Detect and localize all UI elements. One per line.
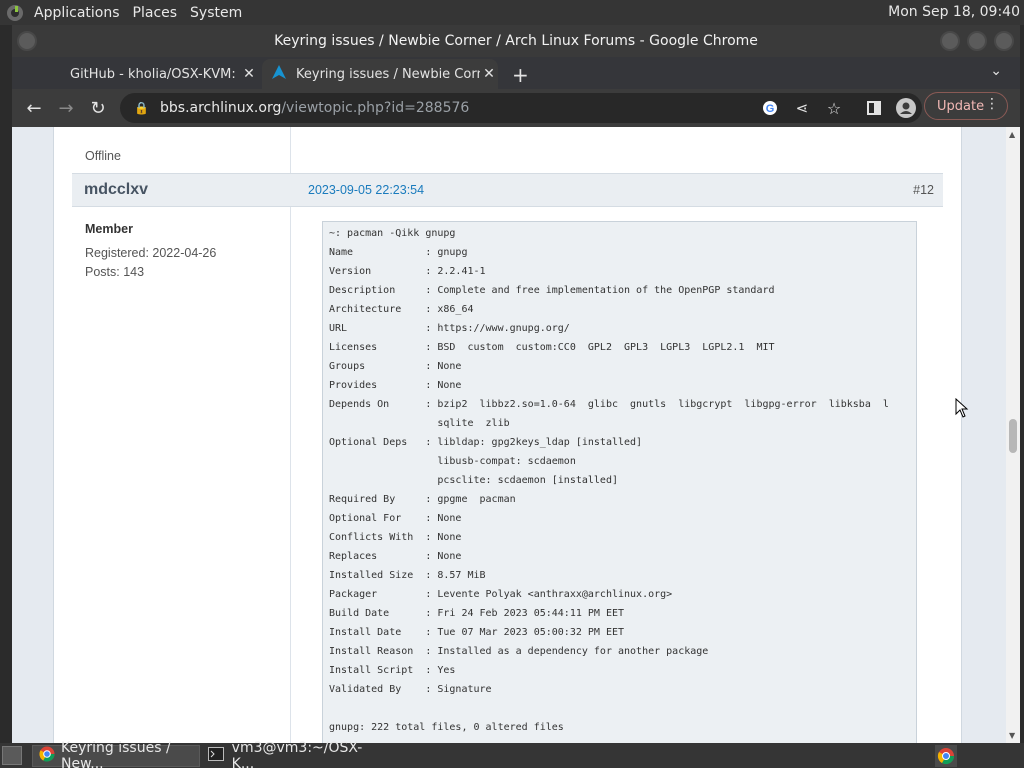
scroll-up-icon[interactable]: ▲ <box>1009 130 1015 139</box>
taskbar-item-chrome[interactable]: Keyring issues / New... <box>32 740 200 768</box>
window-menu-button[interactable] <box>17 31 37 51</box>
bottom-taskbar: Keyring issues / New... vm3@vm3:~/OSX-K.… <box>0 740 1024 768</box>
code-line: pcsclite: scdaemon [installed] <box>329 475 618 486</box>
code-line: Architecture : x86_64 <box>329 304 474 315</box>
post-author[interactable]: mdcclxv <box>84 181 148 199</box>
code-line: Name : gnupg <box>329 247 468 258</box>
close-icon[interactable]: ✕ <box>480 66 498 82</box>
code-line: Install Reason : Installed as a dependen… <box>329 646 709 657</box>
menu-applications[interactable]: Applications <box>34 5 120 21</box>
code-line: Build Date : Fri 24 Feb 2023 05:44:11 PM… <box>329 608 625 619</box>
url-host: bbs.archlinux.org <box>160 100 282 116</box>
previous-post-status: Offline <box>85 149 121 163</box>
code-line: Groups : None <box>329 361 462 372</box>
top-panel: Applications Places System Mon Sep 18, 0… <box>0 0 1024 25</box>
post-number: #12 <box>913 183 934 197</box>
mouse-cursor-icon <box>955 397 969 422</box>
author-role: Member <box>85 222 133 236</box>
task-label: vm3@vm3:~/OSX-K... <box>231 740 363 768</box>
menu-system[interactable]: System <box>190 5 242 21</box>
taskbar-item-terminal[interactable]: vm3@vm3:~/OSX-K... <box>202 740 382 768</box>
profile-avatar-icon[interactable] <box>894 96 918 120</box>
code-line: URL : https://www.gnupg.org/ <box>329 323 570 334</box>
update-button[interactable]: Update ⋮ <box>924 92 1008 120</box>
code-line: ~: pacman -Qikk gnupg <box>329 228 456 239</box>
new-tab-icon[interactable]: + <box>512 63 529 87</box>
chrome-icon <box>39 746 55 766</box>
forum-page: Offline mdcclxv 2023-09-05 22:23:54 #12 … <box>53 127 962 743</box>
menu-places[interactable]: Places <box>133 5 178 21</box>
browser-toolbar: ← → ↻ 🔒 bbs.archlinux.org/viewtopic.php?… <box>12 89 1020 127</box>
code-line: Optional For : None <box>329 513 462 524</box>
scrollbar-thumb[interactable] <box>1009 419 1017 453</box>
author-post-count: Posts: 143 <box>85 265 145 279</box>
code-line: Install Date : Tue 07 Mar 2023 05:00:32 … <box>329 627 625 638</box>
side-panel-icon[interactable] <box>862 96 886 120</box>
code-line: Installed Size : 8.57 MiB <box>329 570 486 581</box>
code-line: Description : Complete and free implemen… <box>329 285 775 296</box>
post-header: mdcclxv 2023-09-05 22:23:54 #12 <box>72 173 943 207</box>
more-vert-icon[interactable]: ⋮ <box>985 96 999 112</box>
code-line: Version : 2.2.41-1 <box>329 266 486 277</box>
tab-label: GitHub - kholia/OSX-KVM: Run <box>70 66 240 82</box>
distro-logo-icon[interactable] <box>3 1 27 25</box>
author-info: Member Registered: 2022-04-26 Posts: 143 <box>85 222 216 284</box>
code-text: ~: pacman -Qikk gnupg Name : gnupg Version… <box>323 222 916 737</box>
back-icon[interactable]: ← <box>22 96 46 120</box>
code-line: Optional Deps : libldap: gpg2keys_ldap [… <box>329 437 643 448</box>
code-line: gnupg: 222 total files, 0 altered files <box>329 722 564 733</box>
author-registered: Registered: 2022-04-26 <box>85 246 217 260</box>
code-line: Licenses : BSD custom custom:CC0 GPL2 GP… <box>329 342 775 353</box>
window-title: Keyring issues / Newbie Corner / Arch Li… <box>274 33 758 49</box>
tab-keyring-issues[interactable]: Keyring issues / Newbie Corner ✕ <box>262 59 498 89</box>
tab-github[interactable]: GitHub - kholia/OSX-KVM: Run ✕ <box>46 59 258 89</box>
share-icon[interactable]: ⋖ <box>790 96 814 120</box>
clock[interactable]: Mon Sep 18, 09:40 <box>888 4 1020 20</box>
lock-icon[interactable]: 🔒 <box>134 101 150 115</box>
close-window-button[interactable] <box>994 31 1014 51</box>
scroll-down-icon[interactable]: ▼ <box>1009 731 1015 740</box>
show-desktop-icon[interactable] <box>2 746 22 765</box>
browser-window: Keyring issues / Newbie Corner / Arch Li… <box>12 25 1020 743</box>
task-label: Keyring issues / New... <box>61 740 171 768</box>
url-path: /viewtopic.php?id=288576 <box>281 100 470 116</box>
tab-label: Keyring issues / Newbie Corner <box>296 66 480 82</box>
column-divider <box>290 127 291 743</box>
window-titlebar[interactable]: Keyring issues / Newbie Corner / Arch Li… <box>12 25 1020 57</box>
tray-chrome-icon[interactable] <box>935 745 957 767</box>
code-line: Depends On : bzip2 libbz2.so=1.0-64 glib… <box>329 399 889 410</box>
bookmark-star-icon[interactable]: ☆ <box>822 96 846 120</box>
code-line: Conflicts With : None <box>329 532 462 543</box>
page-content: Offline mdcclxv 2023-09-05 22:23:54 #12 … <box>12 127 1006 743</box>
code-line: Validated By : Signature <box>329 684 492 695</box>
code-line: libusb-compat: scdaemon <box>329 456 576 467</box>
code-line: Packager : Levente Polyak <anthraxx@arch… <box>329 589 673 600</box>
update-label: Update <box>937 98 985 114</box>
minimize-button[interactable] <box>940 31 960 51</box>
code-line: Replaces : None <box>329 551 462 562</box>
google-icon[interactable]: G <box>758 96 782 120</box>
forward-icon[interactable]: → <box>54 96 78 120</box>
code-line: sqlite zlib <box>329 418 510 429</box>
code-line: Provides : None <box>329 380 462 391</box>
terminal-icon <box>208 747 226 765</box>
post-date-link[interactable]: 2023-09-05 22:23:54 <box>308 183 424 197</box>
chevron-down-icon[interactable]: ⌄ <box>990 63 1002 79</box>
code-line: Install Script : Yes <box>329 665 456 676</box>
arch-logo-icon <box>272 65 290 83</box>
code-block[interactable]: ~: pacman -Qikk gnupg Name : gnupg Version… <box>322 221 917 743</box>
reload-icon[interactable]: ↻ <box>86 96 110 120</box>
maximize-button[interactable] <box>967 31 987 51</box>
code-line: Required By : gpgme pacman <box>329 494 516 505</box>
close-icon[interactable]: ✕ <box>240 66 258 82</box>
tab-strip: GitHub - kholia/OSX-KVM: Run ✕ Keyring i… <box>12 57 1020 89</box>
page-scrollbar[interactable]: ▲ ▼ <box>1006 127 1020 743</box>
svg-text:G: G <box>766 103 775 115</box>
